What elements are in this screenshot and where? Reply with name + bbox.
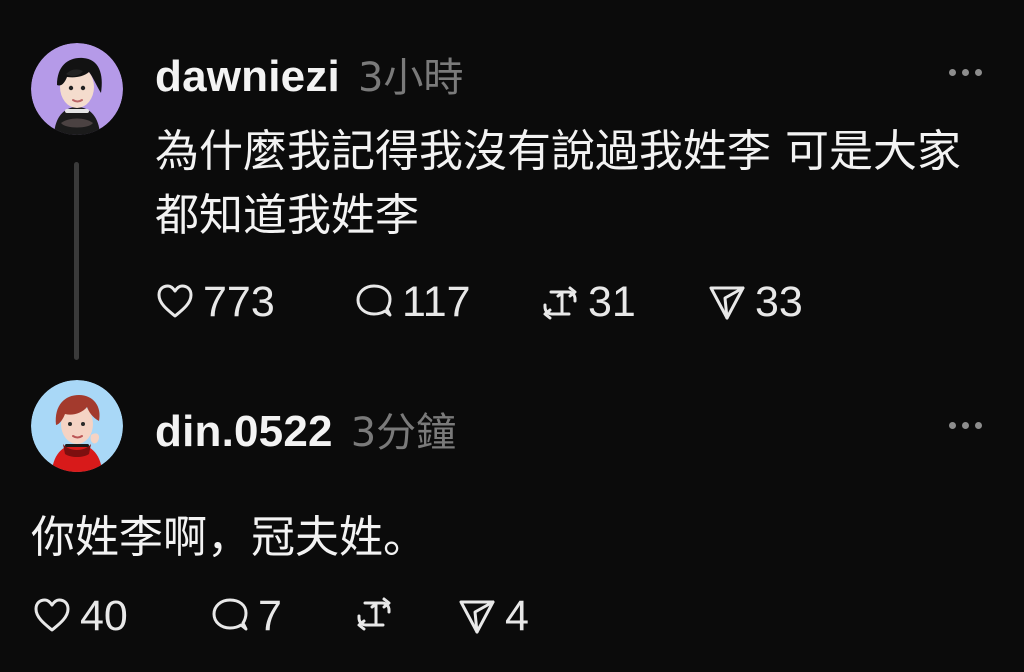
like-count: 773 <box>203 278 275 326</box>
username-dawniezi[interactable]: dawniezi <box>155 52 340 102</box>
repost-button[interactable]: 31 <box>538 278 636 327</box>
more-dot <box>961 421 969 429</box>
more-dot <box>948 68 956 76</box>
more-dot <box>974 421 982 429</box>
repost-button[interactable] <box>352 592 402 636</box>
share-button[interactable]: 33 <box>705 278 803 327</box>
like-button[interactable]: 773 <box>153 278 275 327</box>
repost-icon <box>357 597 391 631</box>
more-dot <box>948 421 956 429</box>
heart-icon <box>34 598 70 631</box>
reply-count: 7 <box>258 592 282 640</box>
comment-icon <box>356 284 392 316</box>
heart-icon <box>157 284 193 317</box>
username-din-0522[interactable]: din.0522 <box>155 407 333 457</box>
post-text: 你姓李啊，冠夫姓。 <box>31 512 427 563</box>
send-icon <box>709 286 745 319</box>
avatar-dawniezi[interactable] <box>31 43 123 135</box>
repost-icon <box>543 286 577 319</box>
post-time: 3分鐘 <box>350 410 457 456</box>
avatar-dark-hair-girl-icon <box>31 43 123 135</box>
share-button[interactable]: 4 <box>455 592 529 641</box>
reply-button[interactable]: 7 <box>208 592 282 641</box>
threads-screen: dawniezi 3小時 為什麼我記得我沒有說過我姓李 可是大家都知道我姓李 7… <box>0 0 1024 672</box>
post-header: dawniezi 3小時 <box>155 45 463 103</box>
more-icon[interactable] <box>945 410 985 440</box>
post-header: din.0522 3分鐘 <box>155 400 456 458</box>
reply-button[interactable]: 117 <box>352 278 471 327</box>
reply-count: 117 <box>402 278 471 326</box>
more-dot <box>974 68 982 76</box>
share-count: 4 <box>505 592 529 640</box>
send-icon <box>459 600 495 633</box>
comment-icon <box>212 598 248 630</box>
share-count: 33 <box>755 278 803 326</box>
like-button[interactable]: 40 <box>30 592 128 641</box>
avatar-din-0522[interactable] <box>31 380 123 472</box>
avatar-red-hair-boy-icon <box>31 380 123 472</box>
more-icon[interactable] <box>945 57 985 87</box>
post-text: 為什麼我記得我沒有說過我姓李 可是大家都知道我姓李 <box>155 126 961 241</box>
more-dot <box>961 68 969 76</box>
repost-count: 31 <box>588 278 636 326</box>
post-time: 3小時 <box>357 55 464 101</box>
like-count: 40 <box>80 592 128 640</box>
thread-connector-line <box>74 162 79 360</box>
